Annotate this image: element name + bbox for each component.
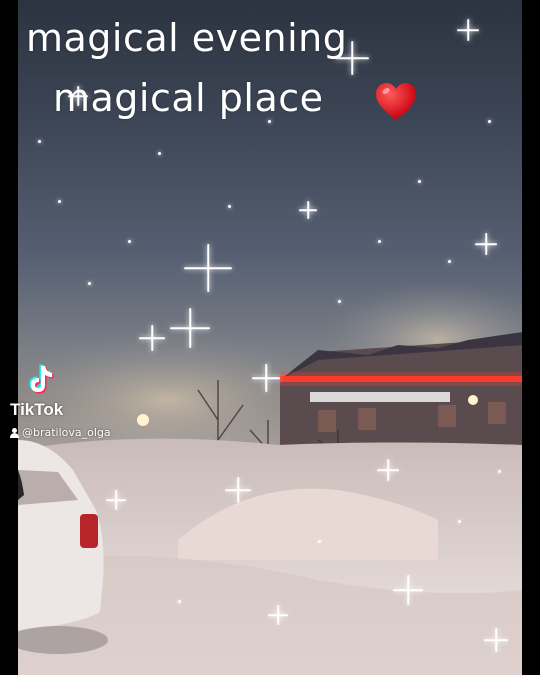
snow-dot <box>338 300 341 303</box>
video-frame: magical evening magical place TikTok @br… <box>0 0 540 675</box>
caption-line-2: magical place <box>53 76 324 120</box>
snow-dot <box>158 152 161 155</box>
snow-dot <box>378 240 381 243</box>
snow-dot <box>418 180 421 183</box>
heart-icon <box>376 83 416 120</box>
snow-dot <box>268 120 271 123</box>
snow-dot <box>178 600 181 603</box>
person-icon <box>10 427 19 438</box>
snow-dot <box>88 282 91 285</box>
snow-dot <box>228 205 231 208</box>
tiktok-username: @bratilova_olga <box>10 426 111 439</box>
tiktok-brand-label: TikTok <box>10 400 64 419</box>
tiktok-note-icon <box>29 364 54 394</box>
snow-dot <box>448 260 451 263</box>
snow-dot <box>58 200 61 203</box>
snow-dot <box>38 140 41 143</box>
snow-dot <box>458 520 461 523</box>
snow-dot <box>498 470 501 473</box>
snow-dot <box>488 120 491 123</box>
snow-dot <box>318 540 321 543</box>
username-label: @bratilova_olga <box>22 426 111 439</box>
snow-dot <box>128 240 131 243</box>
caption-line-1: magical evening <box>26 16 348 60</box>
